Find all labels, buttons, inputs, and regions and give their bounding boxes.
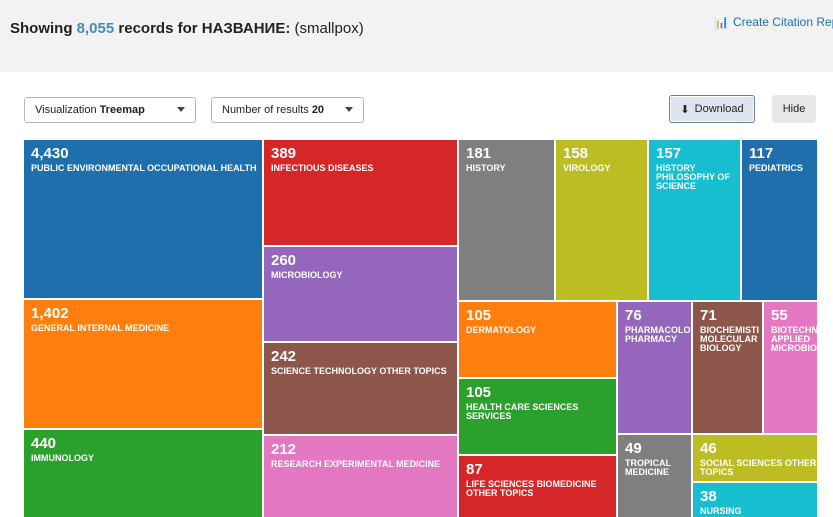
number-of-results-select[interactable]: Number of results 20 bbox=[211, 97, 364, 123]
create-citation-label: Create Citation Repo bbox=[732, 15, 833, 29]
treemap-tile[interactable]: 440 IMMUNOLOGY bbox=[24, 430, 262, 517]
tile-label: BIOCHEMISTI MOLECULAR BIOLOGY bbox=[700, 325, 760, 353]
tile-count: 181 bbox=[466, 145, 492, 162]
treemap-tile[interactable]: 105 HEALTH CARE SCIENCES SERVICES bbox=[459, 379, 616, 454]
treemap-tile[interactable]: 4,430 PUBLIC ENVIRONMENTAL OCCUPATIONAL H… bbox=[24, 140, 262, 298]
num-results-value: 20 bbox=[311, 104, 325, 116]
tile-label: SCIENCE TECHNOLOGY OTHER TOPICS bbox=[271, 366, 447, 376]
treemap-tile[interactable]: 1,402 GENERAL INTERNAL MEDICINE bbox=[24, 300, 262, 428]
tile-label: PUBLIC ENVIRONMENTAL OCCUPATIONAL HEALTH bbox=[31, 163, 257, 173]
showing-prefix: Showing bbox=[10, 20, 73, 37]
treemap-tile[interactable]: 49 TROPICAL MEDICINE bbox=[618, 435, 691, 517]
treemap-tile[interactable]: 389 INFECTIOUS DISEASES bbox=[264, 140, 457, 245]
tile-count: 46 bbox=[700, 440, 717, 457]
tile-count: 158 bbox=[563, 145, 589, 162]
tile-count: 157 bbox=[656, 145, 682, 162]
tile-count: 55 bbox=[771, 307, 788, 324]
tile-count: 87 bbox=[466, 461, 483, 478]
bar-chart-icon: 📊 bbox=[714, 15, 729, 29]
create-citation-report-link[interactable]: 📊Create Citation Repo bbox=[714, 15, 833, 29]
download-icon: ⬇ bbox=[680, 103, 690, 116]
tile-count: 38 bbox=[700, 488, 717, 505]
chevron-down-icon bbox=[345, 107, 353, 112]
treemap-tile[interactable]: 46 SOCIAL SCIENCES OTHER TOPICS bbox=[693, 435, 817, 481]
tile-label: HEALTH CARE SCIENCES SERVICES bbox=[466, 402, 579, 421]
records-for-text: records for НАЗВАНИЕ: bbox=[118, 20, 291, 37]
tile-label: INFECTIOUS DISEASES bbox=[271, 163, 374, 173]
tile-count: 49 bbox=[625, 440, 642, 457]
record-count: 8,055 bbox=[76, 20, 115, 37]
tile-count: 4,430 bbox=[31, 145, 69, 162]
treemap-tile[interactable]: 212 RESEARCH EXPERIMENTAL MEDICINE bbox=[264, 436, 457, 517]
hide-button[interactable]: Hide bbox=[772, 95, 816, 123]
tile-count: 117 bbox=[749, 145, 774, 162]
tile-label: GENERAL INTERNAL MEDICINE bbox=[31, 323, 170, 333]
num-results-label: Number of results bbox=[222, 104, 309, 116]
tile-label: LIFE SCIENCES BIOMEDICINE OTHER TOPICS bbox=[466, 479, 597, 498]
tile-label: HISTORY bbox=[466, 163, 506, 173]
download-button[interactable]: ⬇ Download bbox=[669, 95, 755, 123]
tile-label: BIOTECHN APPLIED MICROBIO bbox=[771, 325, 817, 353]
tile-count: 105 bbox=[466, 307, 492, 324]
hide-label: Hide bbox=[782, 103, 806, 115]
treemap-tile[interactable]: 38 NURSING bbox=[693, 483, 817, 517]
treemap-tile[interactable]: 181 HISTORY bbox=[459, 140, 554, 300]
tile-count: 71 bbox=[700, 307, 717, 324]
treemap-tile[interactable]: 87 LIFE SCIENCES BIOMEDICINE OTHER TOPICS bbox=[459, 456, 616, 517]
tile-label: DERMATOLOGY bbox=[466, 325, 537, 335]
treemap-tile[interactable]: 242 SCIENCE TECHNOLOGY OTHER TOPICS bbox=[264, 343, 457, 434]
results-header: Showing 8,055 records for НАЗВАНИЕ: (sma… bbox=[0, 0, 833, 73]
tile-count: 105 bbox=[466, 384, 492, 401]
tile-label: PHARMACOLO PHARMACY bbox=[625, 325, 691, 344]
tile-label: PEDIATRICS bbox=[749, 163, 803, 173]
tile-label: SOCIAL SCIENCES OTHER TOPICS bbox=[700, 458, 817, 477]
visualization-toolbar: Visualization Treemap Number of results … bbox=[0, 72, 833, 138]
visualization-label: Visualization bbox=[35, 104, 97, 116]
treemap-tile[interactable]: 105 DERMATOLOGY bbox=[459, 302, 616, 377]
treemap-tile[interactable]: 71 BIOCHEMISTI MOLECULAR BIOLOGY bbox=[693, 302, 762, 433]
tile-label: TROPICAL MEDICINE bbox=[625, 458, 671, 477]
treemap-tile[interactable]: 260 MICROBIOLOGY bbox=[264, 247, 457, 341]
treemap-tile[interactable]: 76 PHARMACOLO PHARMACY bbox=[618, 302, 691, 433]
chevron-down-icon bbox=[177, 107, 185, 112]
tile-count: 440 bbox=[31, 435, 57, 452]
records-summary: Showing 8,055 records for НАЗВАНИЕ: (sma… bbox=[10, 20, 364, 37]
tile-count: 242 bbox=[271, 348, 297, 365]
tile-count: 212 bbox=[271, 441, 297, 458]
tile-label: HISTORY PHILOSOPHY OF SCIENCE bbox=[656, 163, 730, 191]
tile-count: 260 bbox=[271, 252, 297, 269]
tile-label: IMMUNOLOGY bbox=[31, 453, 94, 463]
treemap-tile[interactable]: 157 HISTORY PHILOSOPHY OF SCIENCE bbox=[649, 140, 740, 300]
search-query: (smallpox) bbox=[294, 20, 364, 37]
visualization-select[interactable]: Visualization Treemap bbox=[24, 97, 196, 123]
tile-count: 1,402 bbox=[31, 305, 69, 322]
download-label: Download bbox=[694, 103, 744, 115]
tile-label: VIROLOGY bbox=[563, 163, 611, 173]
tile-label: RESEARCH EXPERIMENTAL MEDICINE bbox=[271, 459, 441, 469]
treemap-tile[interactable]: 55 BIOTECHN APPLIED MICROBIO bbox=[764, 302, 817, 433]
tile-count: 76 bbox=[625, 307, 642, 324]
tile-label: NURSING bbox=[700, 506, 742, 516]
treemap-tile[interactable]: 117 PEDIATRICS bbox=[742, 140, 817, 300]
tile-count: 389 bbox=[271, 145, 297, 162]
visualization-value: Treemap bbox=[99, 104, 145, 116]
tile-label: MICROBIOLOGY bbox=[271, 270, 343, 280]
treemap-tile[interactable]: 158 VIROLOGY bbox=[556, 140, 647, 300]
